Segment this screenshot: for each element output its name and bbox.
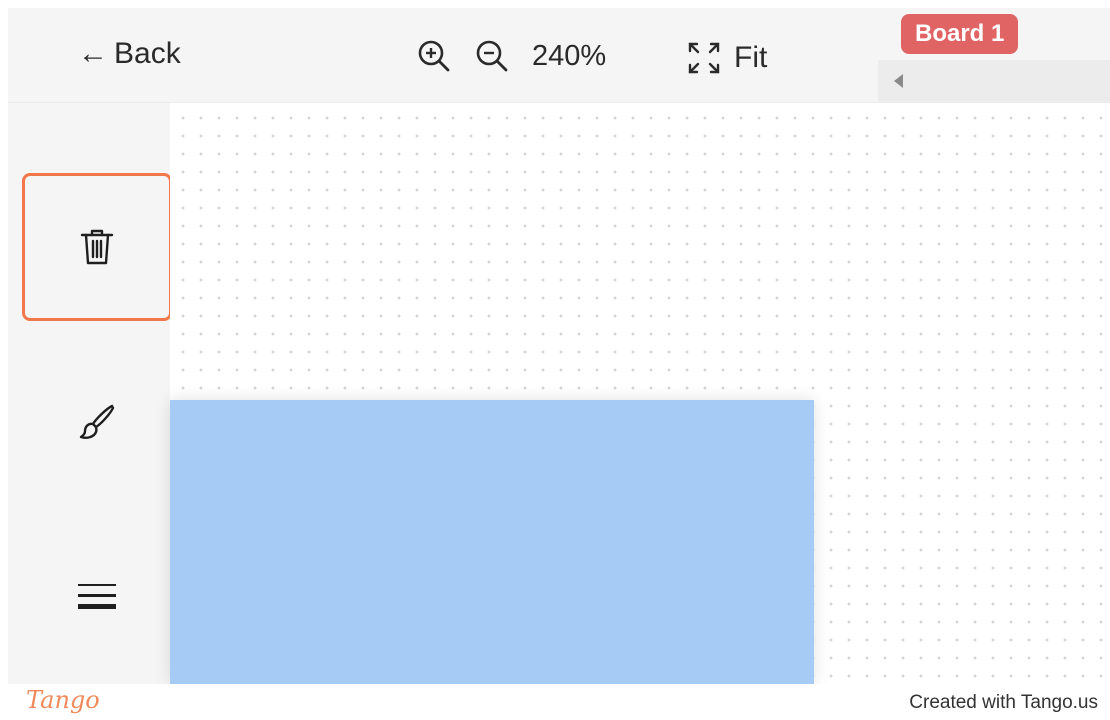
board-badge[interactable]: Board 1 [901,14,1019,54]
zoom-out-icon [476,40,508,72]
fit-button[interactable]: Fit [686,38,767,78]
stroke-width-tool[interactable] [22,523,172,671]
fit-label: Fit [734,41,768,74]
caret-left-icon [894,74,903,88]
zoom-in-icon [418,40,450,72]
fit-screen-icon [688,42,720,74]
tango-logo: Tango [26,686,100,714]
arrow-left-icon: ← [78,37,108,70]
stroke-width-icon [78,584,116,609]
brush-tool[interactable] [22,348,172,496]
footer: Tango Created with Tango.us [0,684,1110,720]
zoom-out-button[interactable] [474,38,510,74]
back-label: Back [114,37,181,70]
board-canvas[interactable] [170,103,1110,684]
top-toolbar: ← Back 240% Fit Board 1 [8,8,1110,103]
back-button[interactable]: ← Back [78,34,181,74]
tool-sidebar [8,103,172,684]
paintbrush-icon [79,404,115,439]
delete-tool[interactable] [22,173,172,321]
zoom-in-button[interactable] [416,38,452,74]
trash-icon [80,229,114,265]
rectangle-shape[interactable] [170,400,814,684]
side-panel-toggle[interactable] [878,60,1110,102]
footer-credit: Created with Tango.us [909,692,1098,713]
whiteboard-app: ← Back 240% Fit Board 1 [8,8,1110,684]
zoom-level-readout: 240% [532,40,607,72]
